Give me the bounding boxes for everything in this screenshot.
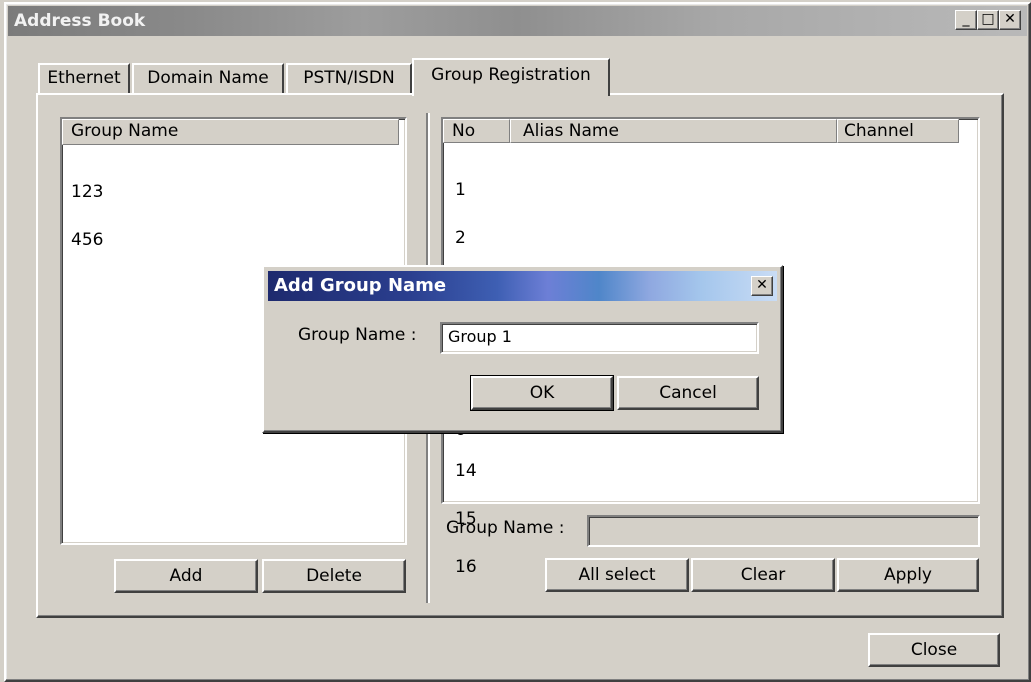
add-button[interactable]: Add [114,559,258,593]
tab-group-registration[interactable]: Group Registration [412,58,610,96]
tab-ethernet[interactable]: Ethernet [38,63,130,93]
list-item[interactable]: 123 [71,184,405,201]
window-title-bar[interactable]: Address Book [8,6,1027,36]
all-select-button[interactable]: All select [545,558,689,592]
apply-button[interactable]: Apply [837,558,979,592]
clear-button[interactable]: Clear [691,558,835,592]
delete-button[interactable]: Delete [262,559,406,593]
tab-label: Ethernet [47,68,121,88]
table-row[interactable]: 14 [455,463,477,480]
group-name-input[interactable]: Group 1 [440,322,759,354]
group-name-field[interactable] [587,515,980,547]
tab-label: Group Registration [431,65,591,85]
table-row[interactable]: 1 [455,182,477,199]
close-icon: ✕ [756,277,768,293]
minimize-icon: _ [962,11,970,27]
no-column-header[interactable]: No [443,119,510,143]
ok-button[interactable]: OK [470,375,614,411]
window-title: Address Book [14,11,146,31]
tab-label: PSTN/ISDN [303,68,395,88]
group-name-column-header[interactable]: Group Name [62,119,399,145]
tab-domain-name[interactable]: Domain Name [132,63,284,93]
alias-name-column-header[interactable]: Alias Name [510,119,837,143]
table-row[interactable]: 2 [455,230,477,247]
dialog-title: Add Group Name [274,275,447,296]
dialog-title-bar[interactable]: Add Group Name [268,271,777,301]
table-row[interactable]: 16 [455,559,477,576]
add-group-name-dialog: Add Group Name ✕ Group Name : Group 1 OK… [262,265,783,433]
group-name-label: Group Name : [446,518,565,538]
maximize-icon: □ [981,11,995,27]
close-icon: ✕ [1004,11,1016,27]
channel-column-header[interactable]: Channel [837,119,959,143]
close-button[interactable]: Close [868,633,1000,667]
tab-label: Domain Name [147,68,269,88]
dialog-field-label: Group Name : [298,325,417,345]
tab-pstn-isdn[interactable]: PSTN/ISDN [286,63,412,93]
dialog-close-button[interactable]: ✕ [751,276,773,296]
maximize-button[interactable]: □ [977,10,999,30]
group-list-items: 123 456 [62,145,405,280]
list-item[interactable]: 456 [71,232,405,249]
window-close-button[interactable]: ✕ [999,10,1021,30]
cancel-button[interactable]: Cancel [617,376,759,410]
minimize-button[interactable]: _ [955,10,977,30]
